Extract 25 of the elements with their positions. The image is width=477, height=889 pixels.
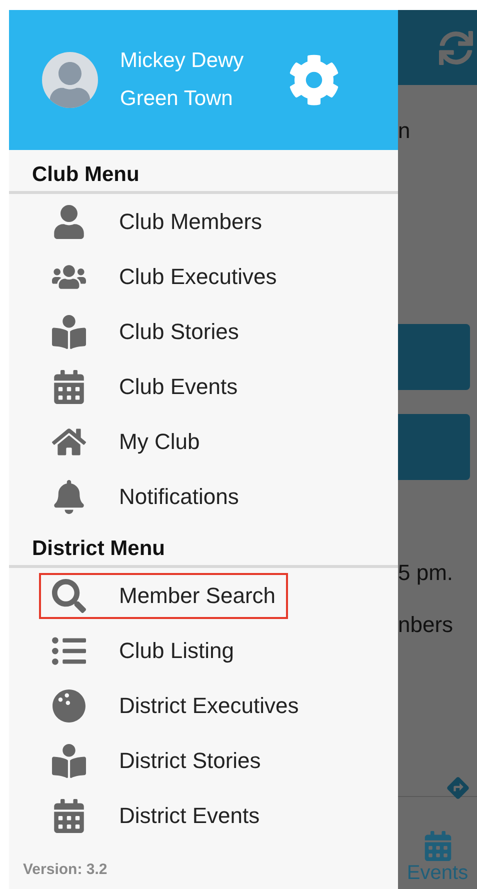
menu-item[interactable]: Club Events xyxy=(41,370,238,404)
user-location: Green Town xyxy=(120,86,234,112)
app-text: nbers xyxy=(398,612,454,638)
calendar-icon[interactable] xyxy=(422,831,452,861)
menu-item[interactable]: District Stories xyxy=(41,744,261,778)
app-button[interactable] xyxy=(398,324,470,390)
menu-item[interactable]: District Events xyxy=(41,798,260,832)
directions-icon[interactable] xyxy=(445,775,471,801)
menu-item[interactable]: Notifications xyxy=(41,480,239,514)
section-title: District Menu xyxy=(9,524,398,568)
settings-icon[interactable] xyxy=(288,54,340,106)
menu-item[interactable]: Club Stories xyxy=(41,314,239,348)
sync-icon[interactable] xyxy=(439,30,473,64)
app-text: 5 pm. xyxy=(398,560,454,586)
menu-item[interactable]: Club Members xyxy=(41,204,262,238)
highlighted-menu-item[interactable]: Member Search xyxy=(39,572,288,618)
menu-item[interactable]: District Executives xyxy=(41,688,299,722)
menu-item[interactable]: Club Listing xyxy=(41,634,234,668)
version-text: Version: 3.2 xyxy=(23,860,108,878)
section-title: Club Menu xyxy=(9,150,398,194)
menu-item[interactable]: My Club xyxy=(41,424,200,458)
app-button[interactable] xyxy=(398,414,470,480)
user-name: Mickey Dewy xyxy=(120,48,245,74)
app-text: n xyxy=(398,118,412,144)
menu-item[interactable]: Club Executives xyxy=(41,260,277,294)
